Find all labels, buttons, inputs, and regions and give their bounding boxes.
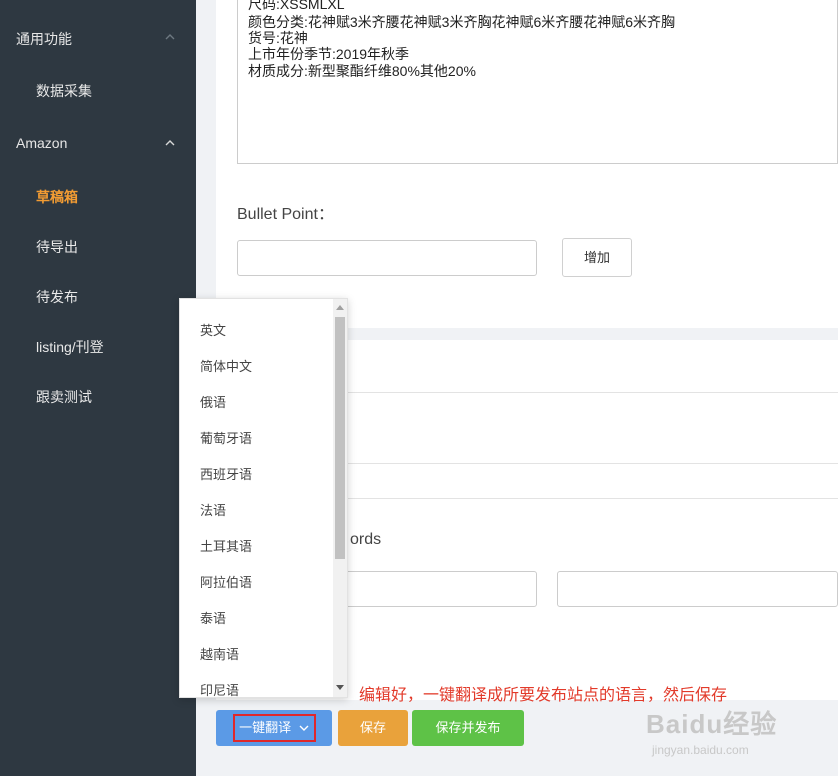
language-option[interactable]: 葡萄牙语 bbox=[200, 428, 252, 447]
watermark-url: jingyan.baidu.com bbox=[652, 743, 749, 757]
scroll-up-arrow-icon[interactable] bbox=[336, 305, 344, 310]
description-line: 材质成分:新型聚酯纤维80%其他20% bbox=[248, 63, 476, 79]
sidebar-item-to-export[interactable]: 待导出 bbox=[36, 237, 78, 257]
scrollbar-thumb[interactable] bbox=[335, 317, 345, 559]
sidebar: 通用功能 数据采集 Amazon 草稿箱 待导出 待发布 listing/刊登 … bbox=[0, 0, 196, 776]
bullet-point-input[interactable] bbox=[237, 240, 537, 276]
annotation-text: 编辑好，一键翻译成所要发布站点的语言，然后保存 bbox=[359, 687, 728, 704]
sidebar-item-to-publish[interactable]: 待发布 bbox=[36, 287, 78, 307]
highlight-box bbox=[233, 714, 316, 742]
add-bullet-button[interactable]: 增加 bbox=[562, 238, 632, 277]
language-option[interactable]: 简体中文 bbox=[200, 356, 252, 375]
keyword-input[interactable] bbox=[340, 571, 537, 607]
description-textarea[interactable]: 尺码:XSSMLXL 颜色分类:花神赋3米齐腰花神赋3米齐胸花神赋6米齐腰花神赋… bbox=[237, 0, 838, 164]
chevron-up-icon[interactable] bbox=[164, 137, 176, 149]
watermark: Baidu经验 jingyan.baidu.com bbox=[646, 704, 777, 757]
description-line: 颜色分类:花神赋3米齐腰花神赋3米齐胸花神赋6米齐腰花神赋6米齐胸 bbox=[248, 14, 676, 30]
sidebar-item-follow-sell-test[interactable]: 跟卖测试 bbox=[36, 387, 92, 407]
language-option[interactable]: 泰语 bbox=[200, 608, 226, 627]
language-option[interactable]: 法语 bbox=[200, 500, 226, 519]
keywords-label: ords bbox=[350, 531, 382, 548]
sidebar-item-data-collect[interactable]: 数据采集 bbox=[36, 81, 92, 101]
language-option[interactable]: 越南语 bbox=[200, 644, 239, 663]
sidebar-item-listing[interactable]: listing/刊登 bbox=[36, 337, 104, 357]
dropdown-scrollbar[interactable] bbox=[333, 299, 347, 697]
language-option[interactable]: 英文 bbox=[200, 320, 226, 339]
save-button[interactable]: 保存 bbox=[338, 710, 408, 746]
language-option[interactable]: 阿拉伯语 bbox=[200, 572, 252, 591]
language-option[interactable]: 俄语 bbox=[200, 392, 226, 411]
language-dropdown[interactable]: 英文 简体中文 俄语 葡萄牙语 西班牙语 法语 土耳其语 阿拉伯语 泰语 越南语… bbox=[179, 298, 348, 698]
sidebar-group-amazon[interactable]: Amazon bbox=[16, 135, 67, 151]
sidebar-group-general[interactable]: 通用功能 bbox=[16, 29, 72, 49]
one-click-translate-button[interactable]: 一键翻译 bbox=[216, 710, 332, 746]
chevron-up-icon[interactable] bbox=[164, 31, 176, 43]
bullet-point-label: Bullet Point： bbox=[237, 206, 334, 223]
save-and-publish-button[interactable]: 保存并发布 bbox=[412, 710, 524, 746]
language-option[interactable]: 印尼语 bbox=[200, 680, 239, 697]
scroll-down-arrow-icon[interactable] bbox=[336, 685, 344, 690]
language-option[interactable]: 土耳其语 bbox=[200, 536, 252, 555]
keyword-input[interactable] bbox=[557, 571, 838, 607]
watermark-brand: Baidu经验 bbox=[646, 709, 778, 739]
language-option[interactable]: 西班牙语 bbox=[200, 464, 252, 483]
sidebar-item-drafts[interactable]: 草稿箱 bbox=[36, 187, 78, 207]
